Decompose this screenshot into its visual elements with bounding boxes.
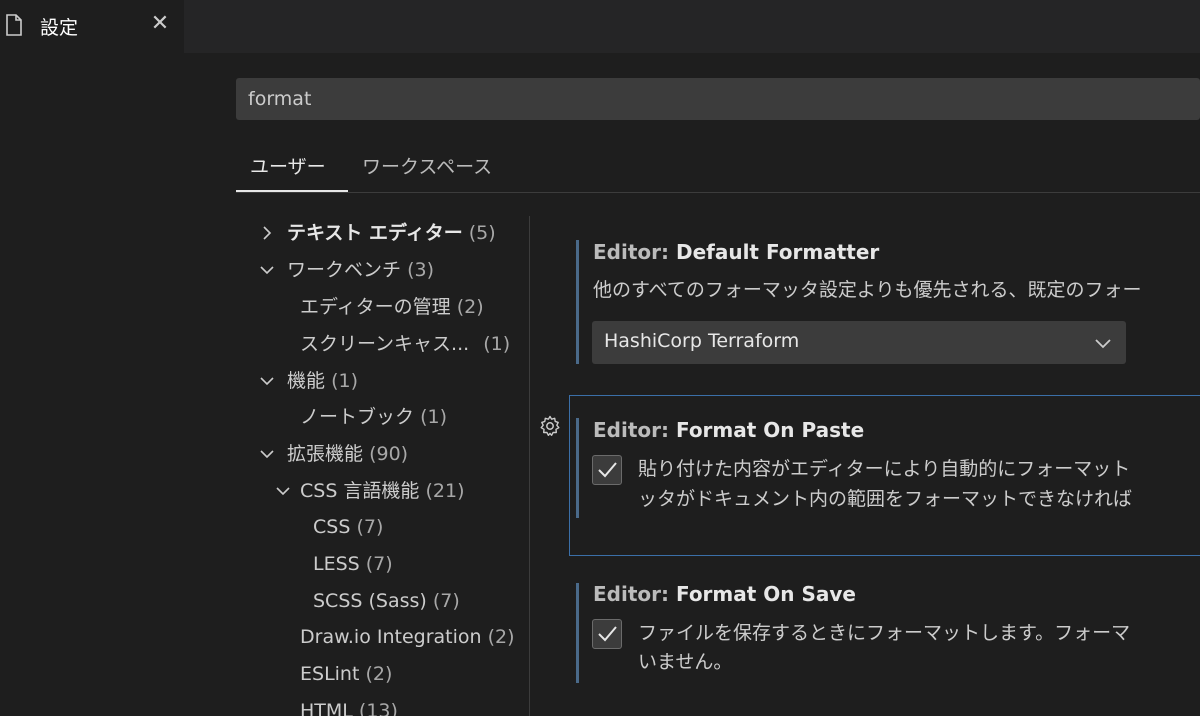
settings-toc: テキスト エディター (5) ワークベンチ (3) エディターの管理 (2) ス… [236, 216, 529, 716]
setting-title: Editor: Format On Paste [593, 418, 864, 442]
toc-count: (3) [407, 259, 434, 281]
toc-count: (1) [420, 406, 447, 428]
toc-item-text-editor[interactable]: テキスト エディター (5) [256, 217, 496, 249]
tab-user[interactable]: ユーザー [250, 152, 326, 179]
select-value: HashiCorp Terraform [604, 330, 800, 352]
scope-tabs: ユーザー ワークスペース [236, 140, 1200, 193]
tab-title: 設定 [40, 17, 79, 39]
chevron-down-icon [1095, 339, 1111, 349]
chevron-down-icon [260, 266, 274, 275]
toc-label: エディターの管理 [300, 296, 451, 318]
editor-tab-bar: 設定 ✕ [0, 0, 1200, 53]
toc-item-eslint[interactable]: ESLint (2) [300, 658, 392, 690]
toc-item-css[interactable]: CSS (7) [313, 511, 383, 543]
format-on-save-checkbox[interactable] [592, 619, 622, 649]
toc-label: スクリーンキャス... [300, 333, 470, 355]
toc-count: (2) [487, 626, 515, 648]
toc-count: (7) [432, 590, 460, 612]
active-tab-indicator [236, 190, 348, 192]
toc-item-scss[interactable]: SCSS (Sass) (7) [313, 585, 460, 617]
modified-indicator [576, 240, 579, 364]
format-on-paste-checkbox[interactable] [592, 455, 622, 485]
toc-item-screencast[interactable]: スクリーンキャス... (1) [300, 328, 510, 360]
checkmark-icon [598, 462, 617, 478]
toc-label: 機能 [287, 370, 326, 392]
settings-tab[interactable]: 設定 ✕ [0, 0, 184, 53]
toc-divider [529, 216, 530, 716]
chevron-down-icon [260, 377, 274, 386]
toc-count: (21) [425, 480, 465, 502]
search-input[interactable] [248, 78, 1188, 120]
settings-search-box [236, 78, 1200, 120]
chevron-down-icon [260, 450, 274, 459]
toc-label: ESLint [300, 663, 360, 685]
toc-label: ワークベンチ [287, 259, 402, 281]
gear-icon[interactable] [538, 414, 562, 438]
setting-name: Format On Paste [675, 418, 865, 442]
setting-name: Default Formatter [675, 240, 880, 264]
toc-label: CSS 言語機能 [300, 480, 420, 502]
toc-label: LESS [313, 553, 360, 575]
toc-item-notebook[interactable]: ノートブック (1) [300, 401, 447, 433]
setting-description: 他のすべてのフォーマッタ設定よりも優先される、既定のフォー [593, 279, 1142, 301]
setting-description-line1: ファイルを保存するときにフォーマットします。フォーマ [638, 622, 1131, 644]
toc-label: 拡張機能 [287, 443, 364, 465]
toc-item-css-language[interactable]: CSS 言語機能 (21) [272, 475, 465, 507]
tab-workspace[interactable]: ワークスペース [362, 152, 492, 179]
setting-title: Editor: Default Formatter [593, 240, 879, 264]
toc-count: (5) [468, 222, 496, 244]
setting-description-line2: ッタがドキュメント内の範囲をフォーマットできなければ [638, 488, 1133, 510]
setting-description-line2: いません。 [638, 651, 733, 673]
toc-count: (2) [456, 296, 484, 318]
toc-count: (13) [358, 700, 398, 716]
close-icon[interactable]: ✕ [148, 11, 172, 37]
toc-count: (90) [369, 443, 409, 465]
toc-item-less[interactable]: LESS (7) [313, 548, 393, 580]
chevron-down-icon [276, 487, 290, 496]
setting-description-line1: 貼り付けた内容がエディターにより自動的にフォーマット [638, 458, 1131, 480]
modified-indicator [576, 418, 579, 518]
file-icon [6, 14, 22, 36]
toc-item-html[interactable]: HTML (13) [300, 695, 398, 716]
toc-count: (7) [356, 516, 384, 538]
toc-label: Draw.io Integration [300, 626, 482, 648]
toc-count: (2) [365, 663, 393, 685]
toc-label: ノートブック [300, 406, 415, 428]
toc-label: SCSS (Sass) [313, 590, 427, 612]
toc-item-drawio[interactable]: Draw.io Integration (2) [300, 621, 515, 653]
toc-item-features[interactable]: 機能 (1) [256, 365, 358, 397]
setting-category: Editor: [593, 240, 676, 264]
toc-item-extensions[interactable]: 拡張機能 (90) [256, 438, 408, 470]
toc-label: CSS [313, 516, 351, 538]
setting-name: Format On Save [675, 582, 856, 606]
setting-category: Editor: [593, 582, 676, 606]
modified-indicator [576, 583, 579, 683]
toc-label: HTML [300, 700, 353, 716]
checkmark-icon [598, 626, 617, 642]
setting-category: Editor: [593, 418, 676, 442]
toc-count: (1) [483, 333, 511, 355]
toc-item-workbench[interactable]: ワークベンチ (3) [256, 254, 434, 286]
chevron-right-icon [263, 226, 272, 240]
toc-count: (1) [331, 370, 358, 392]
toc-item-editor-management[interactable]: エディターの管理 (2) [300, 291, 484, 323]
setting-title: Editor: Format On Save [593, 582, 856, 606]
toc-count: (7) [365, 553, 393, 575]
default-formatter-select[interactable]: HashiCorp Terraform [592, 321, 1126, 364]
toc-label: テキスト エディター [287, 222, 463, 244]
